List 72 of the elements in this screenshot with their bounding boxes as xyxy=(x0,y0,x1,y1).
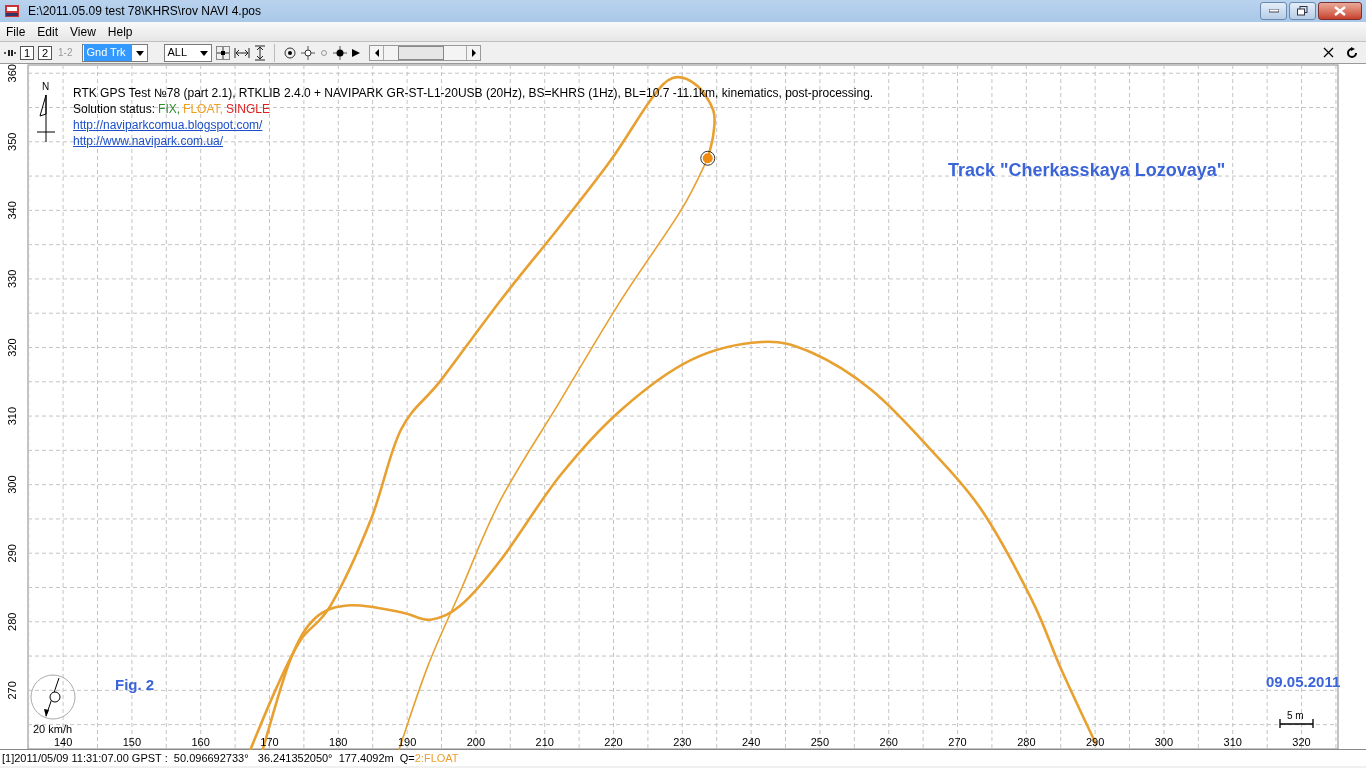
close-button[interactable] xyxy=(1318,2,1362,20)
fit-vertical-icon[interactable] xyxy=(254,44,267,61)
north-label: N xyxy=(42,80,50,94)
date-label: 09.05.2011 xyxy=(1266,672,1341,692)
status-value: FIX, xyxy=(158,101,181,117)
app-icon xyxy=(4,3,20,19)
x-tick-label: 220 xyxy=(604,736,623,748)
scale-bar-icon xyxy=(1279,718,1314,729)
menu-item[interactable]: View xyxy=(64,22,102,41)
x-tick-label: 310 xyxy=(1223,736,1242,748)
x-tick-label: 180 xyxy=(329,736,348,748)
restore-button[interactable] xyxy=(1289,2,1316,20)
quality-select[interactable]: ALL xyxy=(164,43,213,62)
status-value: SINGLE xyxy=(225,101,270,117)
window-title: E:\2011.05.09 test 78\KHRS\rov NAVI 4.pos xyxy=(28,3,261,20)
frame-button[interactable]: 1 xyxy=(20,45,34,60)
y-tick-label: 290 xyxy=(6,544,18,563)
x-tick-label: 320 xyxy=(1292,736,1311,748)
x-tick-label: 160 xyxy=(191,736,210,748)
crosshair-icon[interactable] xyxy=(216,45,231,60)
y-tick-label: 310 xyxy=(6,406,18,426)
y-tick-label: 300 xyxy=(6,475,18,494)
x-tick-label: 140 xyxy=(53,736,73,748)
play-icon[interactable] xyxy=(351,47,362,58)
status-quality: 2:FLOAT xyxy=(414,750,459,766)
fit-horizontal-icon[interactable] xyxy=(234,46,251,59)
y-tick-label: 340 xyxy=(6,201,18,220)
scroll-thumb[interactable] xyxy=(398,45,445,60)
north-arrow-icon xyxy=(36,94,56,143)
y-tick-label: 320 xyxy=(6,338,18,357)
status-text: [1]2011/05/09 11:31:07.00 GPST : 50.096692733° 36.241352050° 177.4092m Q= xyxy=(2,750,415,766)
x-tick-label: 210 xyxy=(535,736,554,748)
x-tick-label: 150 xyxy=(122,736,142,748)
speed-vector-icon xyxy=(30,674,76,720)
close-icon xyxy=(1334,6,1346,16)
x-tick-label: 250 xyxy=(810,736,830,748)
x-tick-label: 260 xyxy=(879,736,898,748)
x-tick-label: 280 xyxy=(1017,736,1036,748)
left-arrow-icon xyxy=(373,48,380,57)
x-tick-label: 200 xyxy=(466,736,486,748)
menu-item[interactable]: File xyxy=(0,22,32,41)
position-marker-icon xyxy=(700,150,716,166)
menu-item[interactable]: Help xyxy=(101,22,139,41)
link[interactable]: http://www.navipark.com.ua/ xyxy=(73,133,224,149)
y-tick-label: 270 xyxy=(6,681,18,700)
link[interactable]: http://naviparkcomua.blogspot.com/ xyxy=(73,117,263,133)
menu-item[interactable]: Edit xyxy=(31,22,65,41)
grip-icon[interactable] xyxy=(4,47,16,58)
figure-label: Fig. 2 xyxy=(115,675,155,695)
x-tick-label: 230 xyxy=(673,736,692,748)
time-scrollbar[interactable] xyxy=(369,44,482,61)
refresh-icon[interactable] xyxy=(1346,46,1358,59)
x-tick-label: 240 xyxy=(741,736,761,748)
filled-point-icon[interactable] xyxy=(333,45,348,60)
close-icon[interactable] xyxy=(1323,47,1334,58)
right-arrow-icon xyxy=(470,48,477,57)
crosshair-point-icon[interactable] xyxy=(301,45,316,60)
status-value: FLOAT, xyxy=(183,101,223,117)
y-tick-label: 360 xyxy=(6,64,18,83)
x-tick-label: 270 xyxy=(948,736,967,748)
center-target-icon[interactable] xyxy=(283,45,298,60)
frame-button[interactable]: 2 xyxy=(38,45,52,60)
y-tick-label: 350 xyxy=(6,132,18,151)
y-tick-label: 280 xyxy=(6,612,18,631)
y-tick-label: 330 xyxy=(6,269,18,289)
speed-label: 20 km/h xyxy=(33,722,73,737)
track-title: Track "Cherkasskaya Lozovaya" xyxy=(948,159,1226,182)
status-label: Solution status: xyxy=(73,101,156,117)
minimize-icon xyxy=(1268,9,1279,13)
scale-label: 5 m xyxy=(1287,709,1304,723)
x-tick-label: 300 xyxy=(1154,736,1174,748)
restore-icon xyxy=(1297,6,1308,16)
